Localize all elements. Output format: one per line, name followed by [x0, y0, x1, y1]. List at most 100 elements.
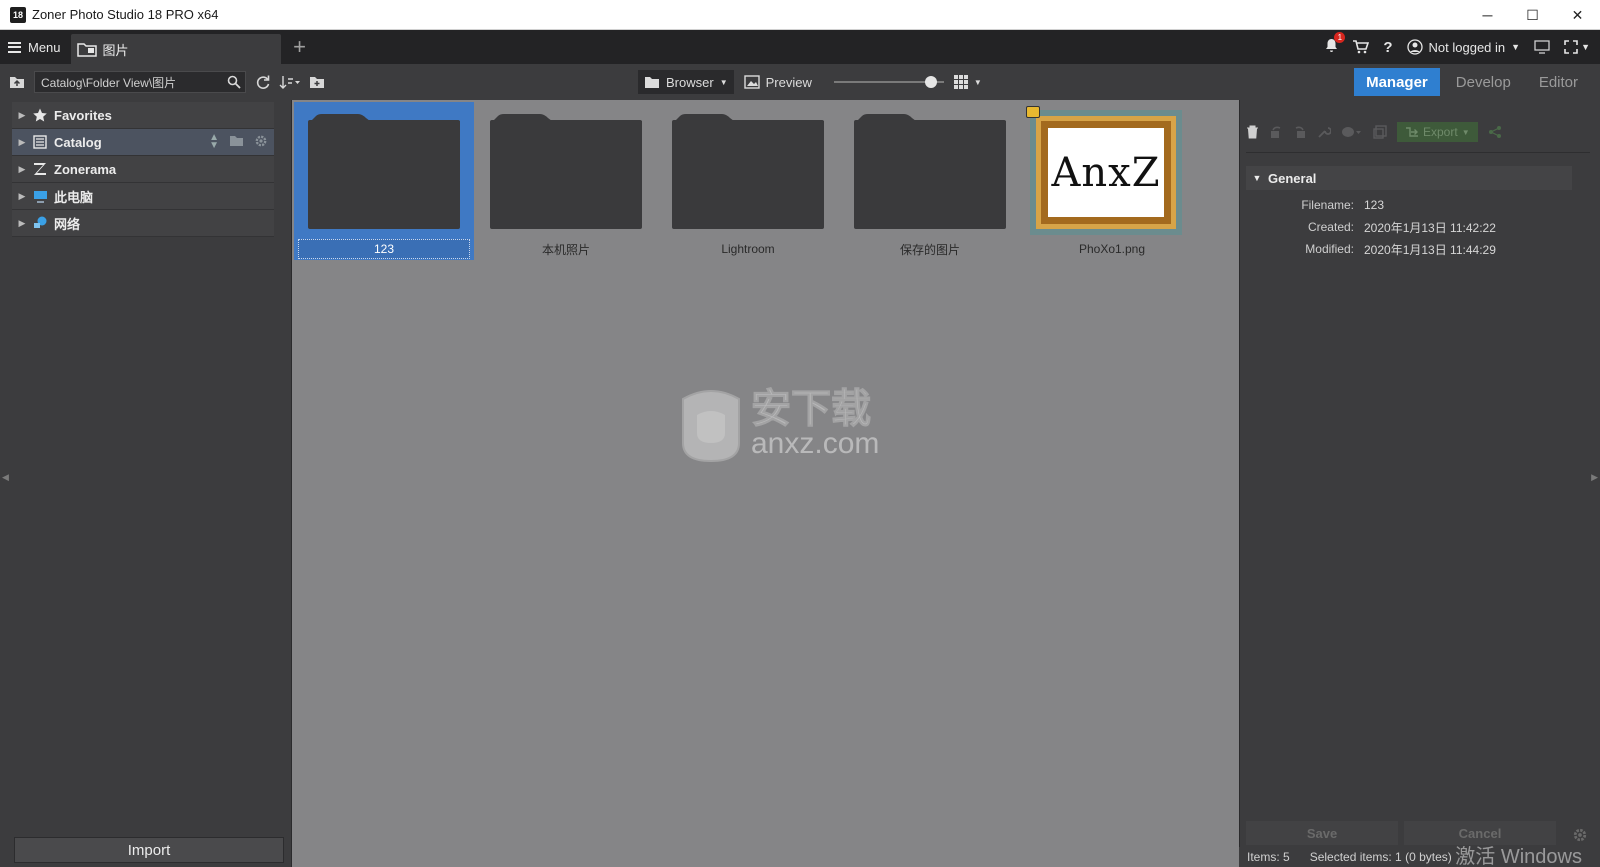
- expand-arrow-icon[interactable]: ▶: [12, 164, 32, 175]
- property-row: Created: 2020年1月13日 11:42:22: [1246, 216, 1572, 238]
- fullscreen-button[interactable]: ▼: [1564, 40, 1590, 54]
- sidebar-item-computer[interactable]: ▶ 此电脑: [12, 183, 274, 210]
- sort-updown-icon[interactable]: ▲ ▼: [209, 133, 219, 151]
- property-value: 2020年1月13日 11:42:22: [1364, 220, 1496, 235]
- preview-view-button[interactable]: Preview: [738, 70, 818, 94]
- stamp-icon[interactable]: [1341, 125, 1363, 139]
- sidebar-item-catalog[interactable]: ▶ Catalog ▲ ▼: [12, 129, 274, 156]
- sidebar-item-label: 网络: [54, 216, 81, 232]
- sidebar-item-label: Favorites: [54, 107, 112, 123]
- property-row: Filename: 123: [1246, 194, 1572, 216]
- watermark-en: anxz.com: [751, 427, 880, 460]
- divider: [1246, 152, 1590, 153]
- export-icon: [1406, 127, 1418, 137]
- sort-button[interactable]: [274, 71, 306, 93]
- path-input[interactable]: Catalog\Folder View\图片: [34, 71, 246, 93]
- tab-develop[interactable]: Develop: [1444, 68, 1523, 96]
- rotate-right-icon[interactable]: [1293, 125, 1307, 139]
- rotate-left-icon[interactable]: [1269, 125, 1283, 139]
- trash-icon[interactable]: [1246, 125, 1259, 139]
- save-button[interactable]: Save: [1246, 821, 1398, 845]
- property-key: Filename:: [1301, 198, 1354, 212]
- image-label: PhoXo1.png: [1078, 242, 1146, 256]
- activate-windows-watermark: 激活 Windows: [1455, 846, 1582, 867]
- import-button[interactable]: Import: [14, 837, 284, 863]
- general-section-header[interactable]: ▼ General: [1246, 166, 1572, 190]
- folder-item[interactable]: 本机照片: [476, 102, 656, 260]
- sidebar-item-label: Catalog: [54, 134, 102, 150]
- login-label: Not logged in: [1428, 39, 1506, 55]
- items-count: Items: 5: [1247, 850, 1290, 864]
- wrench-icon[interactable]: [1317, 125, 1331, 139]
- search-icon[interactable]: [227, 75, 241, 89]
- expand-arrow-icon[interactable]: ▶: [12, 137, 32, 148]
- image-thumbnail: AnxZ: [1030, 110, 1182, 235]
- notifications-button[interactable]: 1: [1324, 32, 1346, 56]
- thumbnail-size-slider[interactable]: [833, 74, 944, 90]
- browser-view-button[interactable]: Browser ▼: [638, 70, 734, 94]
- folder-item[interactable]: Lightroom: [658, 102, 838, 260]
- collapse-left-icon[interactable]: ◀: [2, 472, 9, 483]
- folder-icon: [76, 42, 97, 57]
- computer-icon: [32, 188, 48, 204]
- login-dropdown[interactable]: Not logged in ▼: [1406, 39, 1521, 55]
- add-tab-button[interactable]: +: [285, 32, 315, 62]
- expand-arrow-icon[interactable]: ▶: [12, 191, 32, 202]
- collapse-right-icon[interactable]: ▶: [1591, 472, 1598, 483]
- hamburger-icon: [8, 41, 21, 53]
- image-item[interactable]: AnxZ PhoXo1.png: [1022, 102, 1202, 260]
- expand-arrow-icon[interactable]: ▶: [12, 218, 32, 229]
- property-value: 123: [1364, 198, 1385, 212]
- cart-icon[interactable]: [1353, 40, 1370, 54]
- sort-icon: [279, 76, 300, 89]
- tab-manager[interactable]: Manager: [1354, 68, 1440, 96]
- title-bar: 18 Zoner Photo Studio 18 PRO x64 ─ ☐ ✕: [0, 0, 1600, 30]
- slider-thumb[interactable]: [924, 76, 937, 88]
- info-toolbar: Export ▼: [1246, 120, 1502, 144]
- folder-item[interactable]: 123: [294, 102, 474, 260]
- zonerama-icon: [32, 161, 48, 177]
- expand-arrow-icon[interactable]: ▶: [12, 110, 32, 121]
- navigator-tree: ▶ Favorites ▶ Catalog ▲ ▼ ▶ Zonerama ▶ 此电…: [12, 102, 274, 237]
- path-text: Catalog\Folder View\图片: [41, 75, 177, 90]
- new-folder-button[interactable]: [306, 71, 328, 93]
- close-button[interactable]: ✕: [1555, 0, 1600, 30]
- chevron-down-icon: ▼: [1511, 42, 1521, 52]
- notification-badge: 1: [1334, 32, 1346, 43]
- minimize-button[interactable]: ─: [1465, 0, 1510, 30]
- tab-label: 图片: [102, 42, 129, 58]
- export-button[interactable]: Export ▼: [1397, 122, 1478, 142]
- chevron-down-icon: ▼: [1581, 42, 1590, 52]
- menu-button[interactable]: Menu: [0, 30, 71, 64]
- export-label: Export: [1423, 125, 1458, 139]
- network-icon: [32, 215, 48, 231]
- monitor-icon[interactable]: [1534, 40, 1550, 54]
- property-key: Created:: [1307, 220, 1354, 234]
- navigator-toggle-button[interactable]: [6, 71, 28, 93]
- share-icon[interactable]: [1488, 125, 1502, 139]
- tab-editor[interactable]: Editor: [1527, 68, 1590, 96]
- maximize-button[interactable]: ☐: [1510, 0, 1555, 30]
- sidebar-item-zonerama[interactable]: ▶ Zonerama: [12, 156, 274, 183]
- browser-label: Browser: [666, 74, 714, 90]
- tab-pictures[interactable]: 图片: [70, 34, 281, 64]
- property-key: Modified:: [1305, 242, 1354, 256]
- folder-label: Lightroom: [721, 242, 775, 256]
- sidebar-item-network[interactable]: ▶ 网络: [12, 210, 274, 237]
- help-button[interactable]: ?: [1383, 39, 1392, 56]
- menu-label: Menu: [28, 39, 61, 55]
- folder-item[interactable]: 保存的图片: [840, 102, 1020, 260]
- gear-icon[interactable]: [254, 134, 268, 148]
- chevron-down-icon: ▼: [719, 77, 728, 87]
- add-folder-icon[interactable]: [229, 134, 244, 147]
- selected-info: Selected items: 1 (0 bytes): [1309, 850, 1452, 864]
- copy-icon[interactable]: [1373, 125, 1387, 139]
- section-title: General: [1268, 170, 1317, 186]
- thumbnail-content: AnxZ: [1048, 128, 1164, 217]
- folder-label: 123: [298, 239, 470, 259]
- refresh-button[interactable]: [252, 71, 274, 93]
- chevron-down-icon: ▼: [973, 77, 982, 87]
- thumbnail-layout-button[interactable]: ▼: [948, 70, 988, 94]
- navigator-panel: ▶ Favorites ▶ Catalog ▲ ▼ ▶ Zonerama ▶ 此电…: [0, 100, 292, 867]
- sidebar-item-favorites[interactable]: ▶ Favorites: [12, 102, 274, 129]
